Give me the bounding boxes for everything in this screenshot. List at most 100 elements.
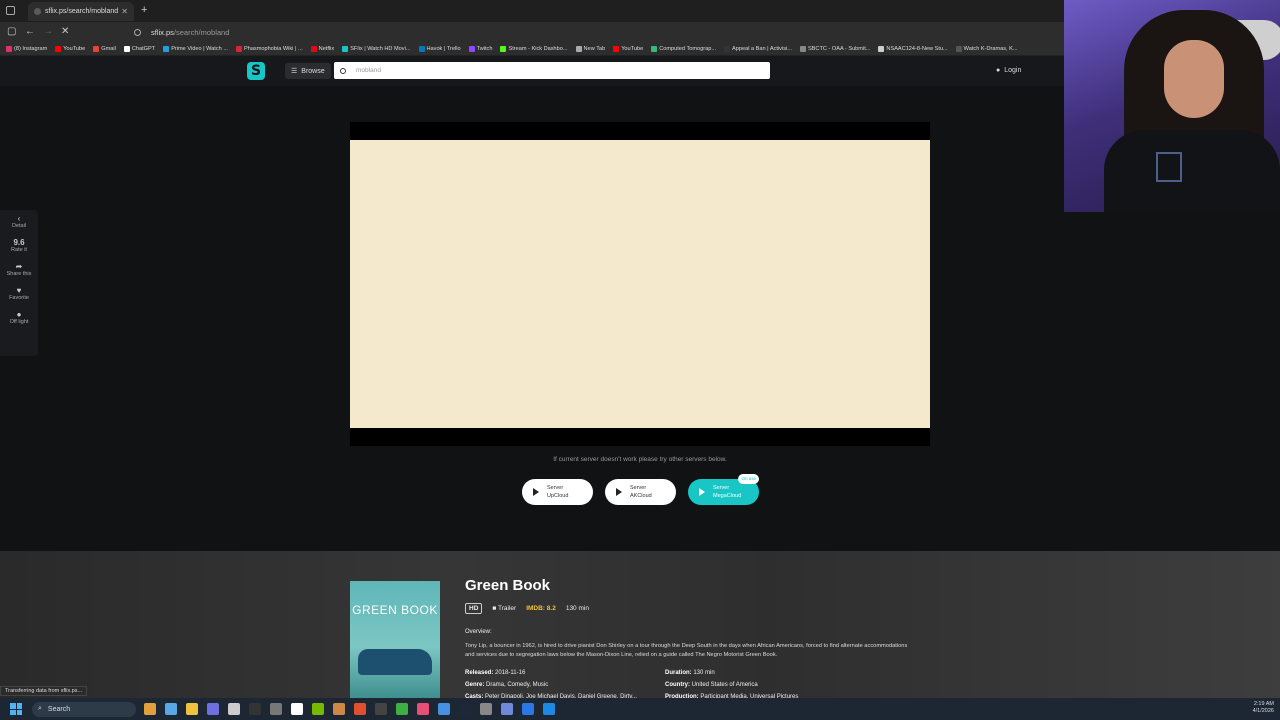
server-upcloud-button[interactable]: Server UpCloud	[522, 479, 593, 505]
bookmark-favicon-icon	[613, 45, 620, 52]
bookmark-item[interactable]: YouTube	[613, 45, 644, 52]
system-clock[interactable]: 2:19 AM 4/1/2026	[1253, 701, 1274, 715]
taskbar-app-icon[interactable]	[354, 703, 366, 715]
bookmark-item[interactable]: SBCTC - OAA - Submit...	[799, 45, 871, 52]
login-button[interactable]: ● Login	[996, 67, 1021, 74]
close-tab-icon[interactable]: ✕	[121, 7, 128, 16]
browser-tab-bar: sflix.ps/search/mobland ✕ +	[0, 0, 1064, 22]
bookmark-item[interactable]: Prime Video | Watch ...	[163, 45, 228, 52]
search-box[interactable]	[334, 62, 770, 79]
movie-meta: HD ■ Trailer IMDB: 8.2 130 min	[465, 603, 589, 614]
bookmark-label: YouTube	[621, 45, 644, 52]
taskbar-app-icon[interactable]	[501, 703, 513, 715]
search-icon: ⌕	[38, 705, 42, 712]
server-label: Server	[713, 485, 730, 491]
taskbar-app-icon[interactable]	[144, 703, 156, 715]
sidebar-toggle-icon[interactable]: ▢	[7, 26, 16, 37]
on-use-badge: On use	[738, 474, 759, 484]
taskbar-app-icon[interactable]	[522, 703, 534, 715]
search-icon	[340, 67, 346, 74]
bookmark-item[interactable]: Twitch	[468, 45, 492, 52]
bookmark-item[interactable]: (8) Instagram	[6, 45, 48, 52]
share-button[interactable]: ➦ Share this	[7, 262, 32, 277]
back-icon[interactable]: ←	[25, 26, 35, 37]
bookmark-item[interactable]: SFlix | Watch HD Movi...	[342, 45, 411, 52]
bookmark-item[interactable]: Stream - Kick Dashbo...	[500, 45, 568, 52]
genre-label: Genre:	[465, 682, 485, 688]
bookmark-item[interactable]: Watch K-Dramas, K...	[955, 45, 1018, 52]
bookmark-favicon-icon	[575, 45, 582, 52]
bookmark-item[interactable]: Gmail	[93, 45, 116, 52]
clock-date: 4/1/2026	[1252, 708, 1274, 714]
bookmark-label: SBCTC - OAA - Submit...	[807, 45, 871, 52]
search-input[interactable]	[356, 67, 736, 74]
taskbar-app-icon[interactable]	[165, 703, 177, 715]
bookmark-item[interactable]: YouTube	[55, 45, 85, 52]
bookmark-favicon-icon	[418, 45, 425, 52]
taskbar-app-icon[interactable]	[207, 703, 219, 715]
bookmark-item[interactable]: Netflix	[310, 45, 334, 52]
rate-button[interactable]: 9.6 Rate it	[11, 238, 27, 253]
url-path: /search/mobland	[173, 27, 230, 37]
taskbar-app-icon[interactable]	[333, 703, 345, 715]
taskbar-app-icon[interactable]	[459, 703, 471, 715]
video-frame[interactable]	[350, 140, 930, 428]
forward-icon[interactable]: →	[43, 26, 53, 37]
bookmark-item[interactable]: Phasmophobia Wiki | ...	[235, 45, 303, 52]
bookmark-item[interactable]: Computed Tomograp...	[651, 45, 716, 52]
bookmark-item[interactable]: NSAAC124-8-New Stu...	[878, 45, 948, 52]
taskbar-search-label: Search	[47, 705, 71, 713]
detail-button[interactable]: ‹ Detail	[12, 214, 26, 229]
taskbar-app-icon[interactable]	[417, 703, 429, 715]
windows-start-icon[interactable]	[10, 703, 22, 715]
browser-tab[interactable]: sflix.ps/search/mobland ✕	[28, 2, 134, 21]
favorite-button[interactable]: ♥ Favorite	[9, 286, 29, 301]
page-background-right	[1064, 212, 1280, 551]
trailer-button[interactable]: ■ Trailer	[492, 605, 516, 612]
bookmark-favicon-icon	[123, 45, 130, 52]
bookmark-item[interactable]: Havok | Trello	[418, 45, 461, 52]
taskbar-search[interactable]: ⌕ Search	[32, 701, 136, 717]
duration-value: 130 min	[693, 670, 715, 676]
bookmark-label: (8) Instagram	[14, 45, 48, 52]
favorite-label: Favorite	[9, 295, 29, 301]
taskbar-app-icon[interactable]	[228, 703, 240, 715]
tab-actions-icon[interactable]	[6, 6, 15, 15]
taskbar-app-icon[interactable]	[375, 703, 387, 715]
bookmark-label: Phasmophobia Wiki | ...	[243, 45, 303, 52]
browser-status-bar: Transferring data from sflix.ps...	[0, 686, 88, 696]
server-name: MegaCloud	[713, 493, 742, 499]
site-info-icon[interactable]	[134, 28, 141, 36]
taskbar-apps	[144, 703, 555, 715]
taskbar-app-icon[interactable]	[312, 703, 324, 715]
taskbar-app-icon[interactable]	[543, 703, 555, 715]
bookmark-item[interactable]: New Tab	[575, 45, 605, 52]
taskbar: ⌕ Search 2:19 AM 4/1/2026	[0, 698, 1280, 720]
country-value: United States of America	[691, 682, 758, 688]
stop-loading-icon[interactable]: ✕	[61, 26, 69, 37]
off-light-label: Off light	[9, 319, 29, 325]
off-light-button[interactable]: ● Off light	[10, 310, 29, 325]
new-tab-icon[interactable]: +	[141, 4, 147, 16]
bookmark-label: NSAAC124-8-New Stu...	[886, 45, 948, 52]
site-logo[interactable]: S	[247, 62, 265, 80]
server-akcloud-button[interactable]: Server AKCloud	[605, 479, 676, 505]
taskbar-app-icon[interactable]	[480, 703, 492, 715]
video-player[interactable]	[350, 122, 930, 446]
url-field[interactable]: sflix.ps/search/mobland	[134, 25, 1034, 39]
taskbar-app-icon[interactable]	[249, 703, 261, 715]
browse-button[interactable]: ☰ Browse	[285, 63, 331, 79]
bookmark-item[interactable]: Appeal a Ban | Activisi...	[724, 45, 792, 52]
bookmark-label: SFlix | Watch HD Movi...	[350, 45, 411, 52]
taskbar-app-icon[interactable]	[270, 703, 282, 715]
taskbar-app-icon[interactable]	[186, 703, 198, 715]
chevron-left-icon: ‹	[17, 214, 21, 223]
bookmark-label: Prime Video | Watch ...	[171, 45, 228, 52]
taskbar-app-icon[interactable]	[438, 703, 450, 715]
bookmark-favicon-icon	[724, 45, 731, 52]
tab-title: sflix.ps/search/mobland	[45, 8, 119, 15]
taskbar-app-icon[interactable]	[396, 703, 408, 715]
bookmark-item[interactable]: ChatGPT	[123, 45, 155, 52]
server-megacloud-button[interactable]: Server MegaCloud On use	[688, 474, 759, 505]
taskbar-app-icon[interactable]	[291, 703, 303, 715]
